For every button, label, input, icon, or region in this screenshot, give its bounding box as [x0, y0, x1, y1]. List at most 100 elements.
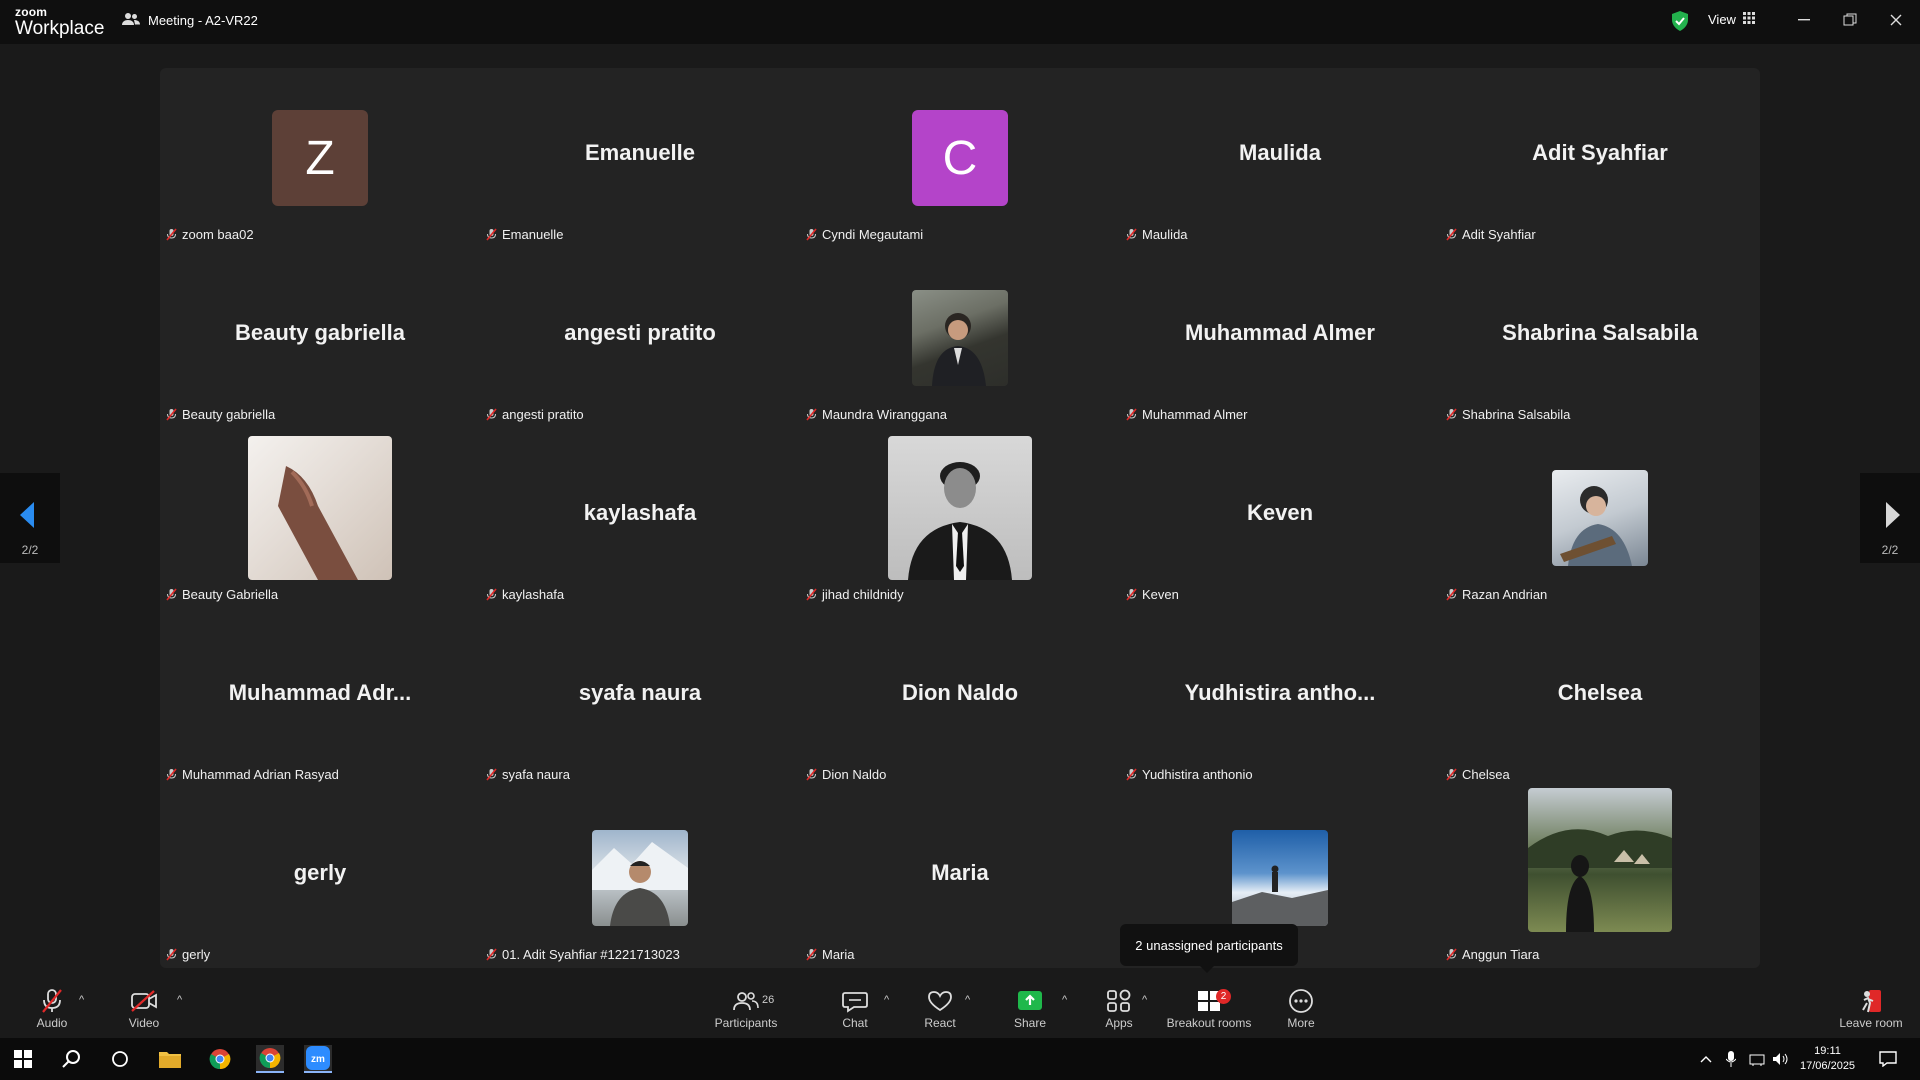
file-explorer-icon[interactable] — [156, 1045, 184, 1073]
participant-tile[interactable]: angesti pratito angesti pratito — [480, 248, 800, 428]
participant-label: Keven — [1126, 587, 1179, 602]
taskbar-clock[interactable]: 19:11 17/06/2025 — [1800, 1044, 1855, 1074]
participant-display-name: syafa naura — [578, 680, 702, 705]
mountain-photo — [1232, 830, 1328, 926]
participant-name: Muhammad Almer — [1142, 407, 1248, 422]
arrow-right-icon — [1886, 502, 1900, 528]
logo-line1: zoom — [15, 5, 48, 19]
jihad-photo — [888, 436, 1032, 580]
view-button[interactable]: View — [1708, 12, 1755, 27]
adit-photo — [592, 830, 688, 926]
participant-tile[interactable]: C Cyndi Megautami — [800, 68, 1120, 248]
participant-tile[interactable]: syafa naura syafa naura — [480, 608, 800, 788]
participant-label: Razan Andrian — [1446, 587, 1547, 602]
apps-options-caret[interactable]: ^ — [1142, 994, 1147, 1006]
participant-tile[interactable]: jihad childnidy — [800, 428, 1120, 608]
participant-tile[interactable]: Maundra Wiranggana — [800, 248, 1120, 428]
video-button[interactable]: Video — [109, 988, 179, 1030]
participant-tile[interactable]: Maulida Maulida — [1120, 68, 1440, 248]
unassigned-tooltip: 2 unassigned participants — [1120, 924, 1298, 973]
tray-network-icon[interactable] — [1748, 1045, 1766, 1073]
search-icon[interactable] — [58, 1045, 86, 1073]
more-dots-icon — [1266, 988, 1336, 1014]
audio-button[interactable]: Audio — [17, 988, 87, 1030]
meeting-people-icon — [122, 12, 140, 29]
participant-name: Maundra Wiranggana — [822, 407, 948, 422]
avatar: C — [912, 110, 1008, 206]
more-button[interactable]: More — [1266, 988, 1336, 1030]
participant-tile[interactable]: Shabrina Salsabila Shabrina Salsabila — [1440, 248, 1760, 428]
participant-name: Anggun Tiara — [1462, 947, 1540, 962]
participant-tile[interactable]: Adit Syahfiar Adit Syahfiar — [1440, 68, 1760, 248]
notifications-icon[interactable] — [1874, 1045, 1902, 1073]
participant-label: gerly — [166, 947, 210, 962]
previous-page-button[interactable]: 2/2 — [0, 473, 60, 563]
participant-tile[interactable]: Maria Maria — [800, 788, 1120, 968]
participant-tile[interactable]: Beauty Gabriella — [160, 428, 480, 608]
participant-name: zoom baa02 — [182, 227, 254, 242]
avatar: Z — [272, 110, 368, 206]
participant-tile[interactable]: Yudhistira antho... Yudhistira anthonio — [1120, 608, 1440, 788]
tray-chevron-icon[interactable] — [1698, 1045, 1714, 1073]
participant-label: Shabrina Salsabila — [1446, 407, 1570, 422]
restore-icon[interactable] — [1838, 8, 1862, 32]
participant-tile[interactable]: Dion Naldo Dion Naldo — [800, 608, 1120, 788]
participant-label: Emanuelle — [486, 227, 563, 242]
leave-room-button[interactable]: Leave room — [1834, 988, 1908, 1030]
minimize-icon[interactable] — [1792, 8, 1816, 32]
muted-mic-icon — [806, 948, 817, 961]
share-options-caret[interactable]: ^ — [1062, 994, 1067, 1006]
close-icon[interactable] — [1884, 8, 1908, 32]
video-options-caret[interactable]: ^ — [177, 994, 182, 1006]
chat-options-caret[interactable]: ^ — [884, 994, 889, 1006]
zoom-taskbar-icon[interactable]: zm — [304, 1045, 332, 1073]
chrome-active-icon[interactable] — [256, 1045, 284, 1073]
security-shield-icon[interactable] — [1670, 10, 1690, 37]
meeting-info-button[interactable]: Meeting - A2-VR22 — [122, 12, 258, 29]
react-options-caret[interactable]: ^ — [965, 994, 970, 1006]
participant-tile[interactable]: gerly gerly — [160, 788, 480, 968]
tray-mic-icon[interactable] — [1723, 1045, 1739, 1073]
tray-volume-icon[interactable] — [1772, 1045, 1790, 1073]
meeting-title: Meeting - A2-VR22 — [148, 13, 258, 28]
participant-tile[interactable]: kaylashafa kaylashafa — [480, 428, 800, 608]
arrow-left-icon — [20, 502, 34, 528]
participant-tile[interactable]: Muhammad Almer Muhammad Almer — [1120, 248, 1440, 428]
participant-name: Keven — [1142, 587, 1179, 602]
breakout-rooms-button[interactable]: Breakout rooms — [1162, 988, 1256, 1030]
muted-mic-icon — [166, 588, 177, 601]
muted-mic-icon — [1446, 228, 1457, 241]
participant-label: Dion Naldo — [806, 767, 886, 782]
cortana-icon[interactable] — [106, 1045, 134, 1073]
participant-tile[interactable]: Z zoom baa02 — [160, 68, 480, 248]
participant-display-name: Beauty gabriella — [235, 320, 405, 345]
muted-mic-icon — [486, 228, 497, 241]
participant-tile[interactable]: Chelsea Chelsea — [1440, 608, 1760, 788]
participant-tile[interactable]: Emanuelle Emanuelle — [480, 68, 800, 248]
audio-options-caret[interactable]: ^ — [79, 994, 84, 1006]
participant-tile[interactable]: Muhammad Adr... Muhammad Adrian Rasyad — [160, 608, 480, 788]
next-page-button[interactable]: 2/2 — [1860, 473, 1920, 563]
chrome-icon[interactable] — [206, 1045, 234, 1073]
participant-name: Dion Naldo — [822, 767, 887, 782]
muted-mic-icon — [1446, 768, 1457, 781]
participant-label: kaylashafa — [486, 587, 564, 602]
participant-tile[interactable]: Anggun Tiara — [1440, 788, 1760, 968]
participant-tile[interactable]: Razan Andrian — [1440, 428, 1760, 608]
participants-count: 26 — [762, 994, 775, 1006]
participant-tile[interactable]: 01. Adit Syahfiar #1221713023 — [480, 788, 800, 968]
zoom-logo: zoom Workplace — [15, 6, 104, 38]
participant-name: Shabrina Salsabila — [1462, 407, 1571, 422]
share-screen-icon — [995, 988, 1065, 1014]
svg-text:zm: zm — [311, 1054, 325, 1065]
participant-name: kaylashafa — [502, 587, 565, 602]
windows-start-icon[interactable] — [9, 1045, 37, 1073]
share-button[interactable]: Share — [995, 988, 1065, 1030]
participant-tile[interactable]: Keven Keven — [1120, 428, 1440, 608]
react-label: React — [924, 1016, 956, 1030]
muted-mic-icon — [486, 768, 497, 781]
participant-label: Adit Syahfiar — [1446, 227, 1536, 242]
participant-label: Muhammad Adrian Rasyad — [166, 767, 339, 782]
participant-tile[interactable]: Beauty gabriella Beauty gabriella — [160, 248, 480, 428]
chat-button[interactable]: Chat — [820, 988, 890, 1030]
